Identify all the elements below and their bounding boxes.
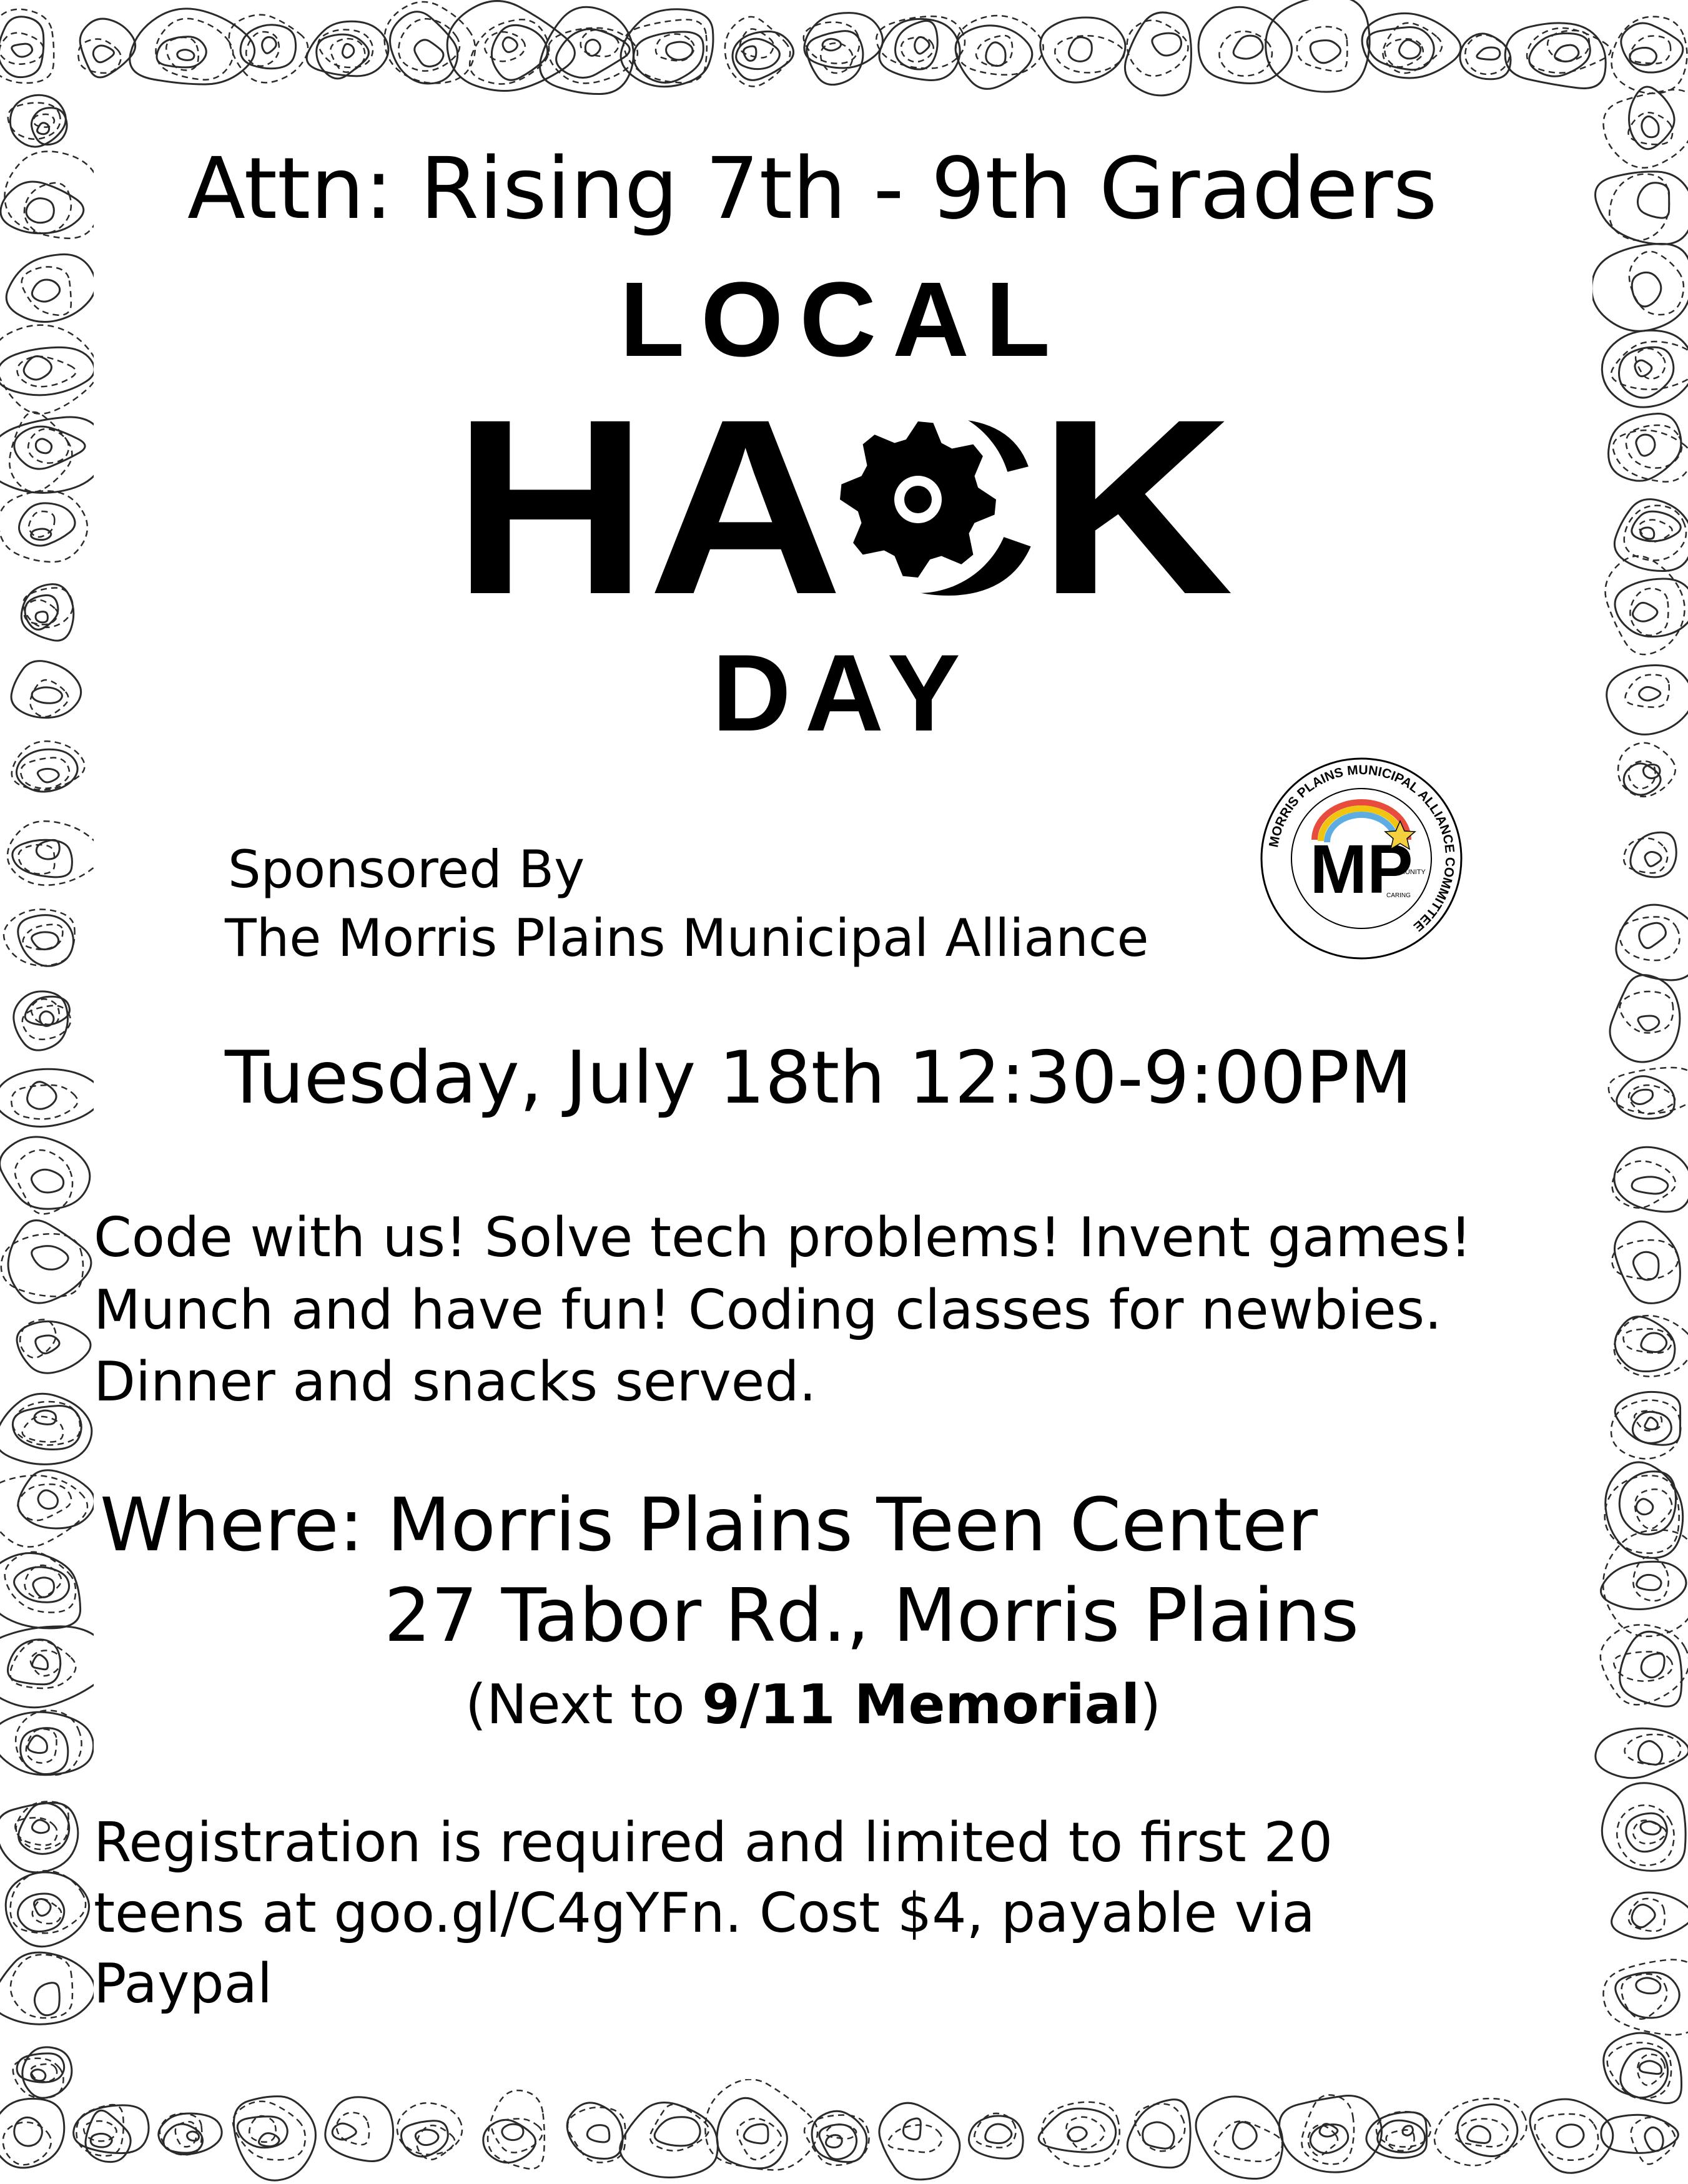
- location-address: 27 Tabor Rd., Morris Plains: [384, 1572, 1360, 1658]
- registration-info: Registration is required and limited to …: [94, 1811, 1333, 2016]
- sponsor-name: The Morris Plains Municipal Alliance: [225, 908, 1149, 968]
- landmark-suffix: ): [1140, 1673, 1162, 1736]
- local-hack-day-logo: LOCAL HACK DAY: [453, 265, 1233, 746]
- event-description: Code with us! Solve tech problems! Inven…: [94, 1206, 1472, 1414]
- event-datetime: Tuesday, July 18th 12:30-9:00PM: [225, 1036, 1413, 1120]
- logo-word-day: DAY: [712, 632, 974, 746]
- seal-small-text-community: COMMUNITY: [1383, 868, 1426, 876]
- municipal-alliance-seal: MORRIS PLAINS MUNICIPAL ALLIANCE COMMITT…: [1260, 757, 1463, 960]
- logo-word-local: LOCAL: [619, 265, 1066, 379]
- landmark-name: 9/11 Memorial: [702, 1673, 1140, 1736]
- sponsored-by-label: Sponsored By: [228, 839, 585, 900]
- headline: Attn: Rising 7th - 9th Graders: [187, 140, 1438, 239]
- seal-small-text-caring: CARING: [1386, 892, 1411, 899]
- landmark-prefix: (Next to: [465, 1673, 703, 1736]
- location-landmark-note: (Next to 9/11 Memorial): [465, 1673, 1161, 1736]
- location-name: Where: Morris Plains Teen Center: [100, 1482, 1318, 1568]
